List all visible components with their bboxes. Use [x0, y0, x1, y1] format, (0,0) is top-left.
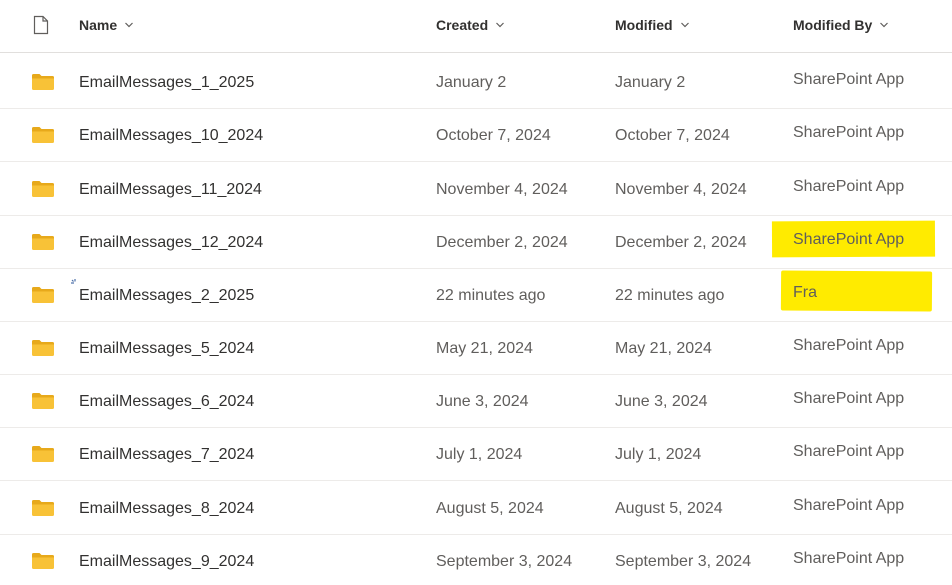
folder-icon [32, 287, 54, 303]
modified-date: 22 minutes ago [615, 287, 725, 304]
chevron-down-icon [125, 22, 134, 28]
modified-date: January 2 [615, 74, 686, 91]
column-header-name-label: Name [79, 17, 118, 33]
file-name-link[interactable]: EmailMessages_1_2025 [79, 74, 254, 92]
column-header-modified-by-label: Modified By [793, 17, 873, 33]
file-name-link[interactable]: EmailMessages_10_2024 [79, 127, 263, 145]
folder-icon [32, 446, 54, 462]
document-library-list: Name Created Modified Modified By EmailM… [0, 0, 952, 585]
created-date: September 3, 2024 [436, 553, 573, 570]
file-name-link[interactable]: EmailMessages_12_2024 [79, 234, 263, 252]
folder-icon [32, 127, 54, 143]
modified-by[interactable]: SharePoint App [793, 443, 904, 461]
modified-date: December 2, 2024 [615, 234, 747, 251]
created-date: July 1, 2024 [436, 446, 523, 463]
list-item[interactable]: EmailMessages_5_2024 May 21, 2024 May 21, … [0, 321, 952, 375]
chevron-down-icon [680, 22, 689, 28]
folder-icon [32, 74, 54, 90]
created-date: 22 minutes ago [436, 287, 546, 304]
folder-icon [32, 234, 54, 250]
modified-by[interactable]: SharePoint App [793, 231, 904, 249]
list-item[interactable]: EmailMessages_9_2024 September 3, 2024 Sep… [0, 534, 952, 585]
modified-by[interactable]: SharePoint App [793, 178, 904, 196]
folder-icon [32, 393, 54, 409]
created-date: August 5, 2024 [436, 500, 544, 517]
file-name-link[interactable]: EmailMessages_6_2024 [79, 393, 254, 411]
created-date: November 4, 2024 [436, 181, 568, 198]
file-name-link[interactable]: EmailMessages_7_2024 [79, 446, 254, 464]
file-name-link[interactable]: EmailMessages_2_2025 [79, 287, 254, 305]
modified-date: October 7, 2024 [615, 127, 730, 144]
column-header-row: Name Created Modified Modified By [0, 0, 952, 53]
file-name-link[interactable]: EmailMessages_5_2024 [79, 340, 254, 358]
folder-icon [32, 340, 54, 356]
created-date: January 2 [436, 74, 507, 91]
chevron-down-icon [496, 22, 505, 28]
modified-date: November 4, 2024 [615, 181, 747, 198]
modified-by[interactable]: SharePoint App [793, 71, 904, 89]
file-name-link[interactable]: EmailMessages_8_2024 [79, 500, 254, 518]
chevron-down-icon [880, 22, 889, 28]
column-header-created[interactable]: Created [436, 17, 505, 33]
modified-by[interactable]: SharePoint App [793, 390, 904, 408]
modified-by[interactable]: SharePoint App [793, 124, 904, 142]
folder-icon [32, 500, 54, 516]
column-header-modified-by[interactable]: Modified By [793, 17, 889, 33]
created-date: May 21, 2024 [436, 340, 533, 357]
column-header-modified-label: Modified [615, 17, 673, 33]
modified-by[interactable]: SharePoint App [793, 337, 904, 355]
file-name-link[interactable]: EmailMessages_11_2024 [79, 181, 262, 199]
modified-by[interactable]: SharePoint App [793, 497, 904, 515]
list-item[interactable]: EmailMessages_11_2024 November 4, 2024 Nov… [0, 162, 952, 216]
list-item[interactable]: EmailMessages_12_2024 December 2, 2024 Dec… [0, 215, 952, 269]
created-date: October 7, 2024 [436, 127, 551, 144]
list-item[interactable]: EmailMessages_1_2025 January 2 January 2 Sh… [0, 55, 952, 109]
file-type-icon[interactable] [33, 15, 49, 35]
created-date: June 3, 2024 [436, 393, 529, 410]
column-header-created-label: Created [436, 17, 489, 33]
column-header-name[interactable]: Name [79, 17, 134, 33]
modified-by[interactable]: Fra [793, 284, 817, 302]
modified-by[interactable]: SharePoint App [793, 550, 904, 568]
list-item[interactable]: EmailMessages_6_2024 June 3, 2024 June 3, … [0, 374, 952, 428]
folder-icon [32, 181, 54, 197]
folder-icon [32, 553, 54, 569]
modified-date: September 3, 2024 [615, 553, 752, 570]
loading-spinner-icon [71, 279, 76, 284]
modified-date: July 1, 2024 [615, 446, 702, 463]
created-date: December 2, 2024 [436, 234, 568, 251]
list-item[interactable]: EmailMessages_7_2024 July 1, 2024 July 1, … [0, 427, 952, 481]
list-item[interactable]: EmailMessages_10_2024 October 7, 2024 Octo… [0, 108, 952, 162]
modified-date: August 5, 2024 [615, 500, 723, 517]
list-item[interactable]: EmailMessages_2_2025 22 minutes ago 22 min… [0, 268, 952, 322]
list-item[interactable]: EmailMessages_8_2024 August 5, 2024 August… [0, 481, 952, 535]
modified-date: June 3, 2024 [615, 393, 708, 410]
file-name-link[interactable]: EmailMessages_9_2024 [79, 553, 254, 571]
column-header-modified[interactable]: Modified [615, 17, 690, 33]
modified-date: May 21, 2024 [615, 340, 712, 357]
